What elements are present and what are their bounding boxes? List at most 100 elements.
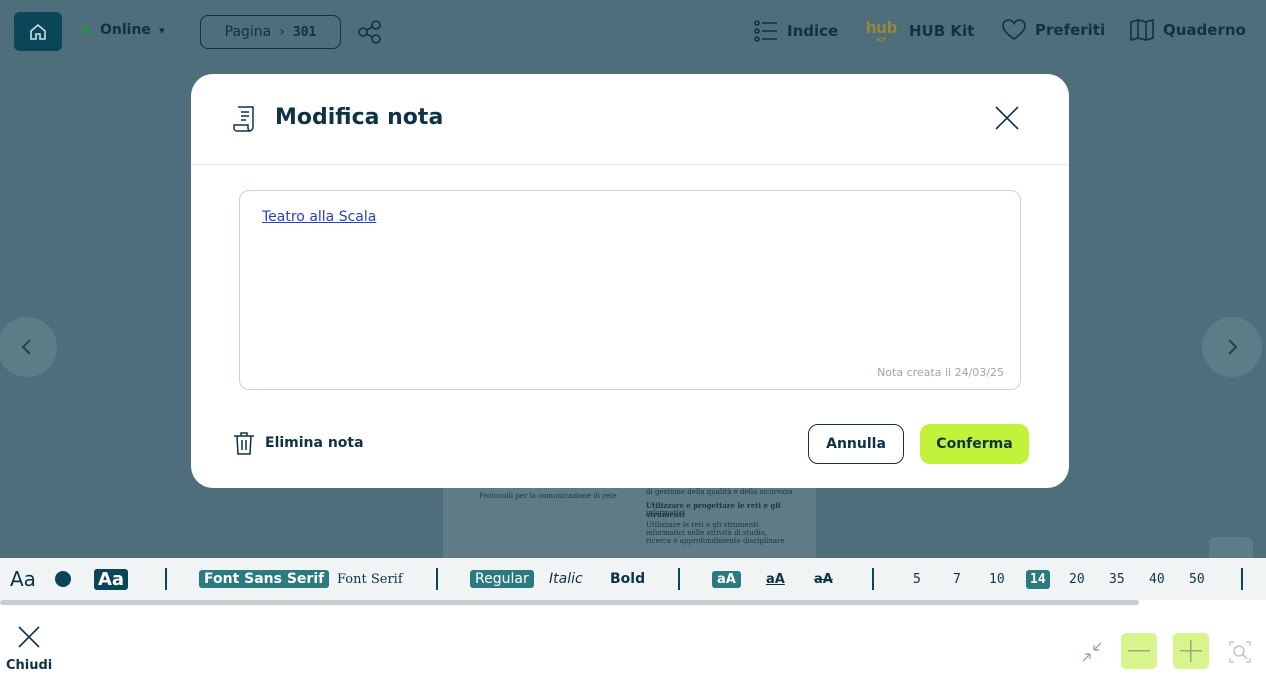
close-icon[interactable]: [994, 105, 1020, 131]
case-strike-option[interactable]: aA: [814, 558, 833, 600]
heart-icon: [1002, 19, 1026, 40]
divider: [1241, 568, 1243, 590]
home-button[interactable]: [14, 12, 62, 51]
note-created-date: Nota creata il 24/03/25: [877, 366, 1004, 379]
confirm-button[interactable]: Conferma: [920, 424, 1029, 464]
plus-icon: [1180, 640, 1202, 662]
next-page-button[interactable]: [1202, 317, 1262, 377]
close-icon: [18, 626, 40, 648]
close-panel-button[interactable]: Chiudi: [6, 624, 52, 673]
case-underline-option[interactable]: aA: [766, 558, 785, 600]
size-label: 5: [913, 571, 921, 587]
list-icon: [754, 20, 777, 42]
note-icon: [233, 106, 254, 132]
size-option-20[interactable]: 20: [1069, 558, 1085, 600]
font-serif-label: Font Serif: [337, 571, 403, 587]
divider: [872, 568, 874, 590]
typography-toolbar: Aa Aa Font Sans Serif Font Serif Regular…: [0, 558, 1266, 600]
size-option-35[interactable]: 35: [1109, 558, 1125, 600]
book-line-3: informatici: [646, 509, 685, 517]
contrast-toggle[interactable]: Aa: [94, 558, 129, 600]
scrollbar-thumb[interactable]: [0, 600, 1139, 605]
weight-bold-option[interactable]: Bold: [610, 558, 645, 600]
note-textarea[interactable]: Teatro alla Scala Nota creata il 24/03/2…: [239, 190, 1021, 390]
divider: [436, 568, 438, 590]
chevron-down-icon: ▾: [158, 23, 165, 37]
book-line-1: di gestione della qualità e della sicure…: [646, 488, 793, 496]
weight-regular-label: Regular: [470, 570, 534, 588]
nav-hub-kit[interactable]: hub KIT HUB Kit: [865, 18, 974, 44]
cancel-button[interactable]: Annulla: [808, 424, 904, 464]
color-theme-button[interactable]: [55, 558, 71, 600]
edit-note-dialog: Modifica nota Teatro alla Scala Nota cre…: [191, 74, 1069, 488]
page-number: 301: [292, 24, 317, 40]
nav-hub-kit-label: HUB Kit: [909, 22, 975, 40]
size-option-7[interactable]: 7: [953, 558, 961, 600]
nav-quaderno-label: Quaderno: [1163, 21, 1246, 39]
zoom-fit-icon[interactable]: [1228, 640, 1252, 664]
zoom-out-button[interactable]: [1121, 633, 1157, 669]
size-option-5[interactable]: 5: [913, 558, 921, 600]
status-dot: [82, 26, 90, 34]
size-label: 50: [1189, 571, 1205, 587]
delete-note-label: Elimina nota: [265, 435, 364, 451]
svg-text:KIT: KIT: [877, 38, 887, 44]
weight-bold-label: Bold: [610, 571, 646, 587]
page-selector[interactable]: Pagina › 301: [200, 15, 341, 49]
home-icon: [30, 23, 46, 40]
font-size-icon: Aa: [10, 567, 36, 591]
color-dot-icon: [55, 571, 71, 587]
size-label: 10: [989, 571, 1005, 587]
divider: [678, 568, 680, 590]
nav-indice-label: Indice: [787, 22, 839, 40]
collapse-icon[interactable]: [1080, 640, 1104, 664]
nav-preferiti[interactable]: Preferiti: [1001, 18, 1105, 42]
weight-italic-option[interactable]: Italic: [549, 558, 583, 600]
font-size-toggle[interactable]: Aa: [10, 558, 36, 600]
page-label: Pagina: [224, 24, 272, 40]
weight-regular-option[interactable]: Regular: [470, 558, 534, 600]
size-label: 40: [1149, 571, 1165, 587]
dialog-title: Modifica nota: [275, 105, 444, 130]
close-panel-label: Chiudi: [6, 658, 53, 673]
size-label: 35: [1109, 571, 1125, 587]
delete-note-button[interactable]: Elimina nota: [233, 431, 364, 455]
svg-text:hub: hub: [866, 18, 897, 37]
scroll-up-button[interactable]: [1209, 537, 1253, 558]
nav-preferiti-label: Preferiti: [1035, 21, 1106, 39]
size-label: 7: [953, 571, 961, 587]
book-line-6: ricerca e approfondimento disciplinare: [646, 537, 785, 545]
note-link-text[interactable]: Teatro alla Scala: [262, 209, 376, 225]
size-option-14[interactable]: 14: [1026, 558, 1050, 600]
case-underline-label: aA: [766, 571, 785, 587]
size-option-10[interactable]: 10: [989, 558, 1005, 600]
size-option-50[interactable]: 50: [1189, 558, 1205, 600]
size-option-40[interactable]: 40: [1149, 558, 1165, 600]
font-serif-option[interactable]: Font Serif: [337, 558, 403, 600]
share-icon[interactable]: [356, 18, 384, 46]
connection-status[interactable]: Online ▾: [82, 22, 164, 38]
weight-italic-label: Italic: [549, 571, 583, 587]
chevron-left-icon: [21, 339, 31, 355]
chevron-right-icon: ›: [279, 24, 285, 40]
status-label: Online: [100, 22, 151, 38]
book-icon: [1130, 18, 1154, 42]
toolbar-scrollbar[interactable]: [0, 600, 1266, 605]
font-sans-label: Font Sans Serif: [199, 570, 330, 588]
nav-quaderno[interactable]: Quaderno: [1129, 18, 1246, 42]
size-label-selected: 14: [1026, 569, 1050, 589]
dialog-header: Modifica nota: [191, 74, 1069, 165]
trash-icon: [234, 432, 254, 455]
zoom-in-button[interactable]: [1173, 633, 1209, 669]
case-strike-label: aA: [814, 571, 833, 587]
top-bar: Online ▾ Pagina › 301 Indice hub KIT HUB…: [0, 0, 1266, 67]
size-label: 20: [1069, 571, 1085, 587]
hub-kit-logo-icon: hub KIT: [866, 18, 897, 44]
nav-indice[interactable]: Indice: [753, 18, 838, 44]
minus-icon: [1128, 650, 1150, 652]
case-normal-label: aA: [712, 570, 741, 588]
contrast-icon: Aa: [94, 568, 129, 590]
case-normal-option[interactable]: aA: [712, 558, 741, 600]
font-sans-option[interactable]: Font Sans Serif: [199, 558, 330, 600]
book-page-preview: Protocolli per la comunicazione di rete …: [443, 488, 816, 558]
